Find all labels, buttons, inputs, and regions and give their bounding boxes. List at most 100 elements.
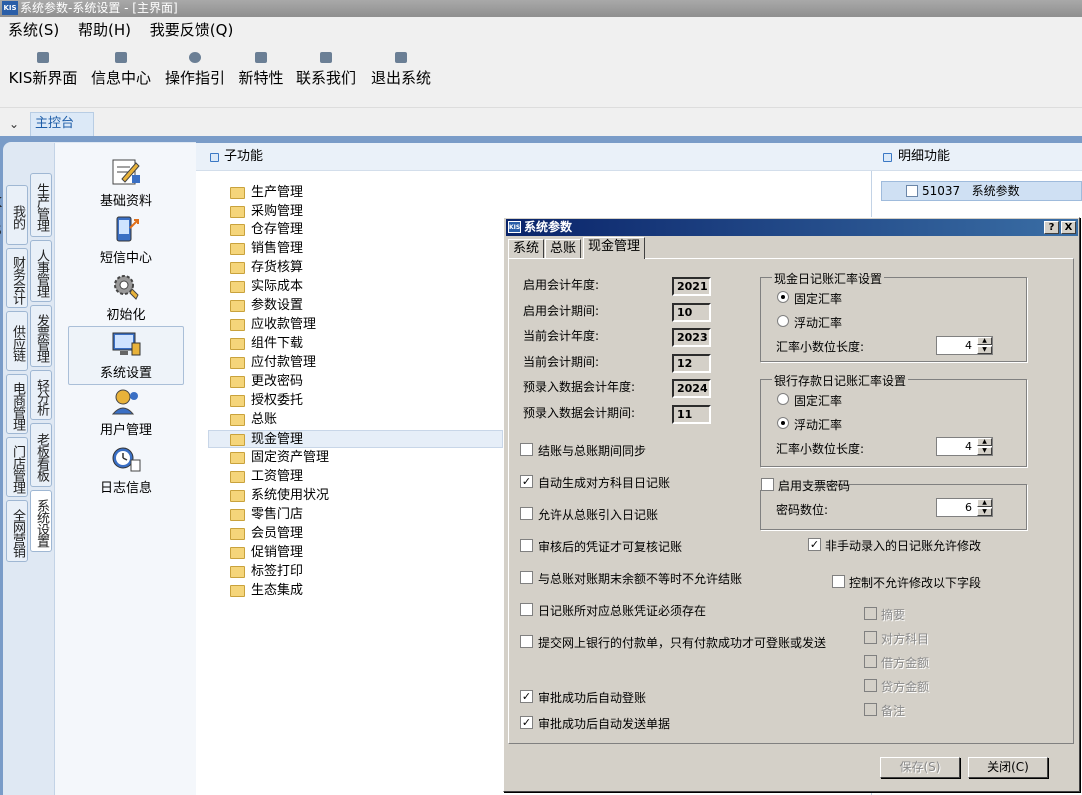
tree-item[interactable]: 应付款管理 bbox=[230, 354, 316, 372]
side-tab-finance[interactable]: 财务会计 bbox=[6, 248, 28, 308]
module-system-settings[interactable]: 系统设置 bbox=[68, 326, 184, 385]
exit-system-button[interactable]: 退出系统 bbox=[368, 50, 434, 100]
option-checkbox[interactable]: ✓ bbox=[520, 716, 533, 729]
disabled-field-checkbox[interactable] bbox=[864, 703, 877, 716]
option-checkbox[interactable]: ✓ bbox=[520, 690, 533, 703]
side-tab-system-settings[interactable]: 系统设置 bbox=[30, 490, 52, 552]
side-tab-ecommerce[interactable]: 电商管理 bbox=[6, 374, 28, 434]
tree-item[interactable]: 实际成本 bbox=[230, 278, 303, 296]
cash-float-rate-radio[interactable] bbox=[777, 315, 789, 327]
tree-item-label: 实际成本 bbox=[251, 279, 304, 294]
spin-up-icon[interactable]: ▲ bbox=[977, 438, 992, 446]
tree-item[interactable]: 生态集成 bbox=[230, 582, 303, 600]
tab-cash-management[interactable]: 现金管理 bbox=[583, 237, 646, 259]
control-fields-checkbox[interactable] bbox=[832, 575, 845, 588]
tree-item[interactable]: 标签打印 bbox=[230, 563, 303, 581]
current-year-value: 2023 bbox=[672, 328, 711, 347]
tree-item[interactable]: 组件下载 bbox=[230, 335, 303, 353]
side-tab-boss-board[interactable]: 老板看板 bbox=[30, 423, 52, 487]
tree-item[interactable]: 采购管理 bbox=[230, 203, 303, 221]
tree-item-label: 销售管理 bbox=[251, 241, 304, 256]
spin-up-icon[interactable]: ▲ bbox=[977, 337, 992, 345]
module-log-info[interactable]: 日志信息 bbox=[68, 442, 184, 498]
option-checkbox[interactable] bbox=[520, 603, 533, 616]
help-button[interactable]: ? bbox=[1044, 221, 1059, 234]
tab-general-ledger[interactable]: 总账 bbox=[545, 239, 582, 258]
detail-item-code: 51037 bbox=[922, 184, 961, 198]
kis-new-ui-button[interactable]: KIS新界面 bbox=[6, 50, 80, 100]
tree-item[interactable]: 销售管理 bbox=[230, 240, 303, 258]
module-basic-data[interactable]: 基础资料 bbox=[68, 155, 184, 211]
guide-button[interactable]: 操作指引 bbox=[162, 50, 228, 100]
side-tab-invoice[interactable]: 发票管理 bbox=[30, 305, 52, 367]
module-user-management[interactable]: 用户管理 bbox=[68, 384, 184, 440]
tree-item[interactable]: 授权委托 bbox=[230, 392, 303, 410]
option-checkbox[interactable] bbox=[520, 539, 533, 552]
option-checkbox[interactable] bbox=[520, 443, 533, 456]
exit-icon bbox=[395, 52, 407, 63]
cash-fixed-rate-radio[interactable] bbox=[777, 291, 789, 303]
chevron-down-icon[interactable]: ⌄ bbox=[9, 117, 19, 131]
tree-item[interactable]: 工资管理 bbox=[230, 468, 303, 486]
tree-item[interactable]: 总账 bbox=[230, 411, 277, 429]
bank-float-rate-radio[interactable] bbox=[777, 417, 789, 429]
checkbox-label: 允许从总账引入日记账 bbox=[538, 508, 659, 522]
option-checkbox[interactable] bbox=[520, 571, 533, 584]
module-initialize[interactable]: 初始化 bbox=[68, 269, 184, 325]
side-tab-my-kis[interactable]: 我的KIS bbox=[0, 185, 28, 245]
module-sms-center[interactable]: 短信中心 bbox=[68, 212, 184, 268]
tab-system[interactable]: 系统 bbox=[508, 239, 545, 258]
tree-item[interactable]: 生产管理 bbox=[230, 184, 303, 202]
tree-item[interactable]: 零售门店 bbox=[230, 506, 303, 524]
disabled-field-checkbox[interactable] bbox=[864, 679, 877, 692]
contact-us-button[interactable]: 联系我们 bbox=[293, 50, 359, 100]
disabled-field-checkbox[interactable] bbox=[864, 631, 877, 644]
tree-item[interactable]: 存货核算 bbox=[230, 259, 303, 277]
disabled-field-checkbox[interactable] bbox=[864, 607, 877, 620]
close-icon[interactable]: X bbox=[1061, 221, 1076, 234]
option-checkbox[interactable]: ✓ bbox=[520, 475, 533, 488]
info-center-button[interactable]: 信息中心 bbox=[88, 50, 154, 100]
folder-icon bbox=[230, 528, 245, 540]
non-manual-modify-checkbox[interactable]: ✓ bbox=[808, 538, 821, 551]
tree-item[interactable]: 固定资产管理 bbox=[230, 449, 329, 467]
bank-decimals-spinner[interactable]: 4 ▲ ▼ bbox=[936, 437, 993, 456]
window-titlebar: KIS 系统参数-系统设置 - [主界面] bbox=[0, 0, 1082, 17]
spin-down-icon[interactable]: ▼ bbox=[977, 508, 992, 516]
tree-item-label: 仓存管理 bbox=[251, 222, 304, 237]
side-tab-hr[interactable]: 人事管理 bbox=[30, 240, 52, 302]
disabled-field-checkbox[interactable] bbox=[864, 655, 877, 668]
spin-up-icon[interactable]: ▲ bbox=[977, 499, 992, 507]
tree-item[interactable]: 促销管理 bbox=[230, 544, 303, 562]
tree-item[interactable]: 系统使用状况 bbox=[230, 487, 329, 505]
option-checkbox[interactable] bbox=[520, 507, 533, 520]
module-label: 日志信息 bbox=[99, 481, 152, 496]
spin-down-icon[interactable]: ▼ bbox=[977, 346, 992, 354]
check-password-checkbox[interactable] bbox=[761, 478, 774, 491]
tree-item[interactable]: 应收款管理 bbox=[230, 316, 316, 334]
bank-fixed-rate-radio[interactable] bbox=[777, 393, 789, 405]
detail-item-system-params[interactable]: 51037 系统参数 bbox=[881, 181, 1082, 201]
spin-down-icon[interactable]: ▼ bbox=[977, 447, 992, 455]
option-checkbox[interactable] bbox=[520, 635, 533, 648]
tree-item[interactable]: 会员管理 bbox=[230, 525, 303, 543]
side-tab-marketing[interactable]: 全网营销 bbox=[6, 500, 28, 562]
side-tab-supply-chain[interactable]: 供应链 bbox=[6, 311, 28, 371]
tab-main-console[interactable]: 主控台 bbox=[30, 112, 94, 136]
tree-item[interactable]: 更改密码 bbox=[230, 373, 303, 391]
save-button[interactable]: 保存(S) bbox=[880, 757, 960, 778]
menu-system[interactable]: 系统(S) bbox=[8, 17, 59, 44]
menu-feedback[interactable]: 我要反馈(Q) bbox=[150, 17, 234, 44]
tree-item[interactable]: 仓存管理 bbox=[230, 221, 303, 239]
side-tab-light-analysis[interactable]: 轻分析 bbox=[30, 370, 52, 420]
checkbox-label: 贷方金额 bbox=[881, 680, 930, 694]
tree-item[interactable]: 参数设置 bbox=[230, 297, 303, 315]
side-tab-stores[interactable]: 门店管理 bbox=[6, 437, 28, 497]
close-button[interactable]: 关闭(C) bbox=[968, 757, 1048, 778]
menu-help[interactable]: 帮助(H) bbox=[78, 17, 131, 44]
new-features-button[interactable]: 新特性 bbox=[236, 50, 286, 100]
side-tab-production[interactable]: 生产管理 bbox=[30, 173, 52, 237]
tree-item[interactable]: 现金管理 bbox=[208, 430, 503, 448]
cash-decimals-spinner[interactable]: 4 ▲ ▼ bbox=[936, 336, 993, 355]
password-digits-spinner[interactable]: 6 ▲ ▼ bbox=[936, 498, 993, 517]
